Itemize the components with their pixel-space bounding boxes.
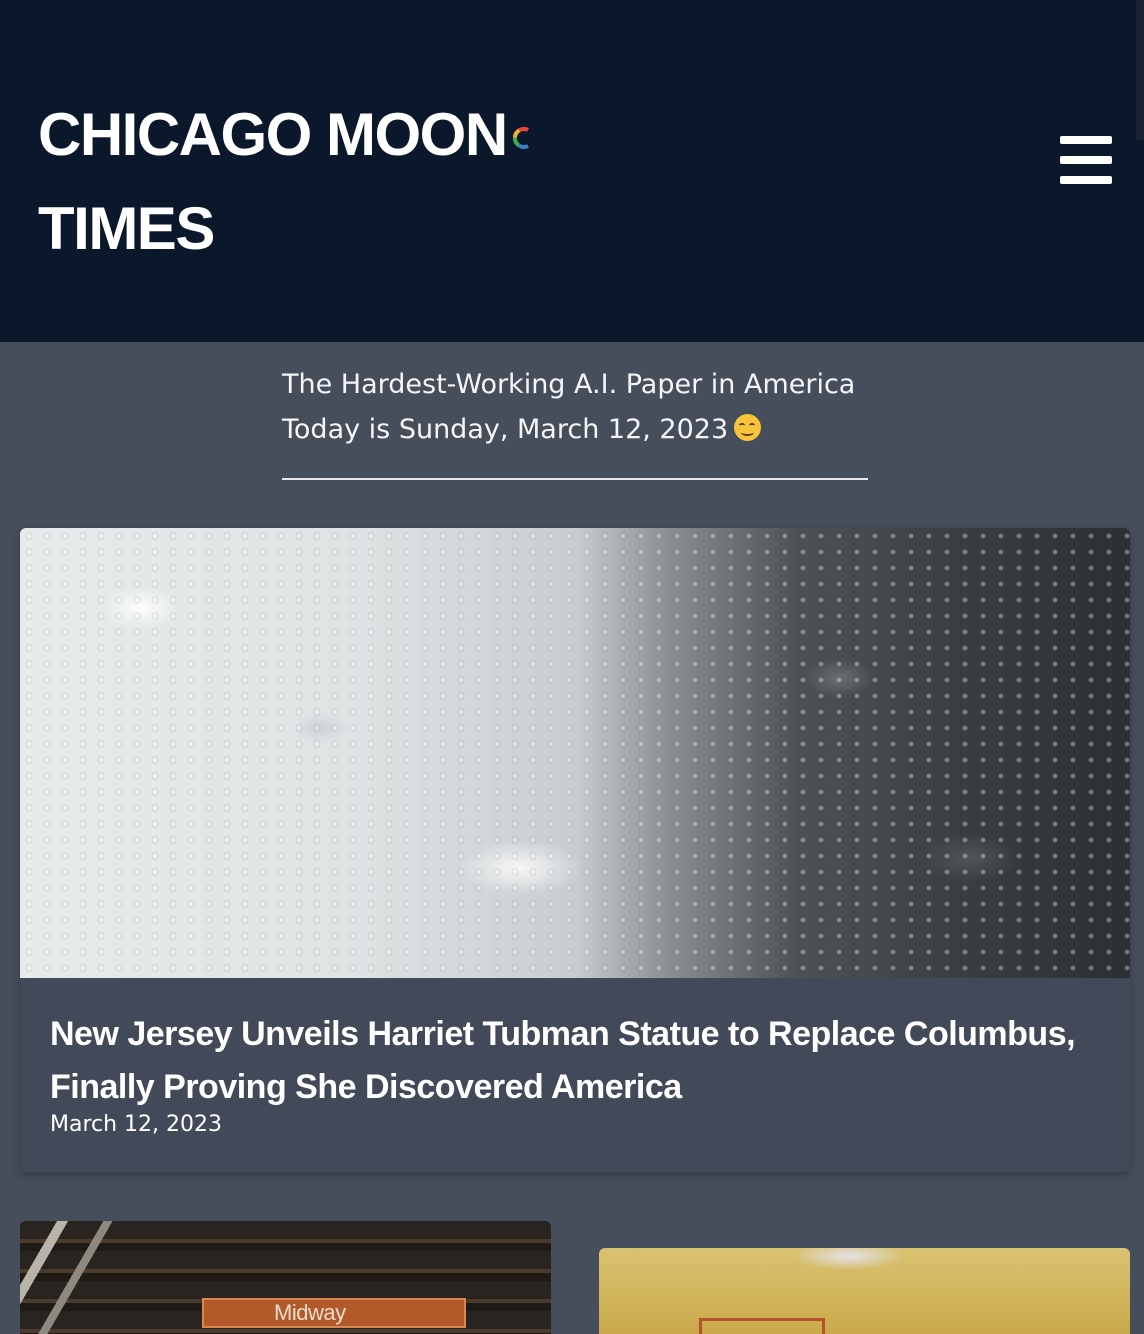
featured-article-date: March 12, 2023 [50, 1112, 223, 1137]
menu-bar [1060, 136, 1112, 144]
scroll-edge [1136, 0, 1144, 140]
tagline-date: Today is Sunday, March 12, 2023 [282, 414, 729, 445]
featured-article-title[interactable]: New Jersey Unveils Harriet Tubman Statue… [50, 1008, 1090, 1114]
menu-bar [1060, 176, 1112, 184]
midway-sign: Midway [202, 1298, 466, 1328]
article-card-gold-building[interactable] [599, 1248, 1130, 1334]
featured-article-image[interactable] [20, 528, 1130, 978]
menu-bar [1060, 156, 1112, 164]
tagline: The Hardest-Working A.I. Paper in Americ… [282, 362, 868, 452]
tagline-slogan: The Hardest-Working A.I. Paper in Americ… [282, 369, 856, 400]
building-window [699, 1318, 825, 1334]
divider [282, 478, 868, 480]
tagline-date-row: Today is Sunday, March 12, 2023 [282, 407, 868, 452]
site-title-line1[interactable]: CHICAGO MOON [38, 101, 508, 168]
gold-building-image[interactable] [599, 1248, 1130, 1334]
rain-droplets-texture [20, 528, 1130, 978]
site-logo[interactable]: CHICAGO MOON TIMES [38, 88, 598, 276]
featured-article-card[interactable]: New Jersey Unveils Harriet Tubman Statue… [20, 528, 1130, 1172]
site-header: CHICAGO MOON TIMES [0, 0, 1144, 342]
stair-railing [20, 1221, 140, 1334]
hamburger-menu-icon[interactable] [1058, 136, 1114, 186]
smiling-face-icon [734, 414, 762, 441]
midway-sign-text: Midway [274, 1300, 346, 1325]
article-card-midway[interactable]: Midway [20, 1221, 551, 1334]
site-title-line2[interactable]: TIMES [38, 195, 215, 262]
logo-mark-icon [512, 127, 529, 149]
